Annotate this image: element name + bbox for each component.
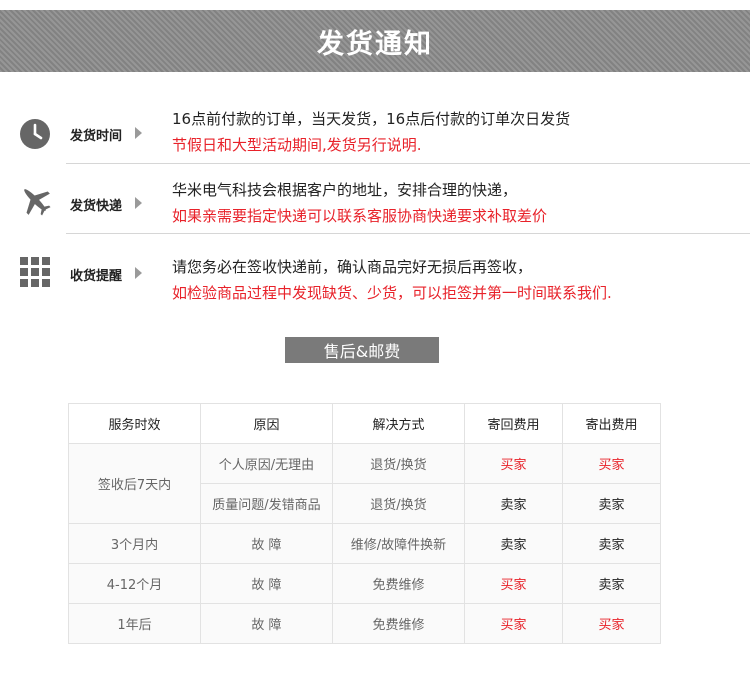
after-sales-table: 服务时效 原因 解决方式 寄回费用 寄出费用 签收后7天内 个人原因/无理由 退… <box>68 403 661 644</box>
grid-icon <box>20 257 50 287</box>
reason-cell: 个人原因/无理由 <box>200 443 333 484</box>
period-cell: 3个月内 <box>68 523 201 564</box>
section-title: 售后&邮费 <box>285 337 439 363</box>
send-fee-cell: 卖家 <box>562 483 661 524</box>
column-header: 服务时效 <box>68 403 201 444</box>
column-header: 原因 <box>200 403 333 444</box>
info-label: 收货提醒 <box>70 269 123 284</box>
return-fee-cell: 买家 <box>464 603 563 644</box>
table-header-row: 服务时效 原因 解决方式 寄回费用 寄出费用 <box>68 403 661 444</box>
banner-title: 发货通知 <box>317 28 433 60</box>
reason-cell: 故 障 <box>200 523 333 564</box>
info-line-primary: 华米电气科技会根据客户的地址，安排合理的快递， <box>172 181 518 199</box>
table-row: 4-12个月 故 障 免费维修 买家 卖家 <box>68 563 661 604</box>
send-fee-cell: 卖家 <box>562 523 661 564</box>
airplane-icon <box>24 189 51 216</box>
table-row: 3个月内 故 障 维修/故障件换新 卖家 卖家 <box>68 523 661 564</box>
period-cell: 4-12个月 <box>68 563 201 604</box>
column-header: 寄出费用 <box>562 403 661 444</box>
info-line-primary: 请您务必在签收快递前，确认商品完好无损后再签收， <box>172 258 533 276</box>
return-fee-cell: 卖家 <box>464 483 563 524</box>
column-header: 解决方式 <box>332 403 465 444</box>
table-row: 签收后7天内 个人原因/无理由 退货/换货 买家 买家 <box>68 443 661 524</box>
solution-cell: 退货/换货 <box>332 443 465 484</box>
table-row: 1年后 故 障 免费维修 买家 买家 <box>68 603 661 644</box>
send-fee-cell: 卖家 <box>562 563 661 604</box>
divider <box>66 163 750 164</box>
column-header: 寄回费用 <box>464 403 563 444</box>
info-row-shipping-time: 发货时间 16点前付款的订单，当天发货，16点后付款的订单次日发货 节假日和大型… <box>0 98 750 168</box>
period-cell: 1年后 <box>68 603 201 644</box>
period-cell: 签收后7天内 <box>68 443 201 524</box>
info-line-primary: 16点前付款的订单，当天发货，16点后付款的订单次日发货 <box>172 110 571 128</box>
info-line-highlight: 节假日和大型活动期间,发货另行说明. <box>172 136 422 154</box>
send-fee-cell: 买家 <box>562 603 661 644</box>
solution-cell: 免费维修 <box>332 603 465 644</box>
info-label: 发货时间 <box>70 129 123 144</box>
solution-cell: 退货/换货 <box>332 483 465 524</box>
info-row-receipt-reminder: 收货提醒 请您务必在签收快递前，确认商品完好无损后再签收， 如检验商品过程中发现… <box>0 238 750 308</box>
send-fee-cell: 买家 <box>562 443 661 484</box>
divider <box>66 233 750 234</box>
reason-cell: 故 障 <box>200 563 333 604</box>
clock-icon <box>20 119 50 149</box>
reason-cell: 故 障 <box>200 603 333 644</box>
return-fee-cell: 买家 <box>464 443 563 484</box>
arrow-right-icon <box>135 127 142 139</box>
return-fee-cell: 卖家 <box>464 523 563 564</box>
info-line-highlight: 如果亲需要指定快递可以联系客服协商快递要求补取差价 <box>172 207 548 225</box>
return-fee-cell: 买家 <box>464 563 563 604</box>
solution-cell: 免费维修 <box>332 563 465 604</box>
info-label: 发货快递 <box>70 199 123 214</box>
reason-cell: 质量问题/发错商品 <box>200 483 333 524</box>
solution-cell: 维修/故障件换新 <box>332 523 465 564</box>
arrow-right-icon <box>135 197 142 209</box>
arrow-right-icon <box>135 267 142 279</box>
info-line-highlight: 如检验商品过程中发现缺货、少货，可以拒签并第一时间联系我们. <box>172 284 612 302</box>
banner: 发货通知 <box>0 10 750 72</box>
info-row-courier: 发货快递 华米电气科技会根据客户的地址，安排合理的快递， 如果亲需要指定快递可以… <box>0 168 750 238</box>
